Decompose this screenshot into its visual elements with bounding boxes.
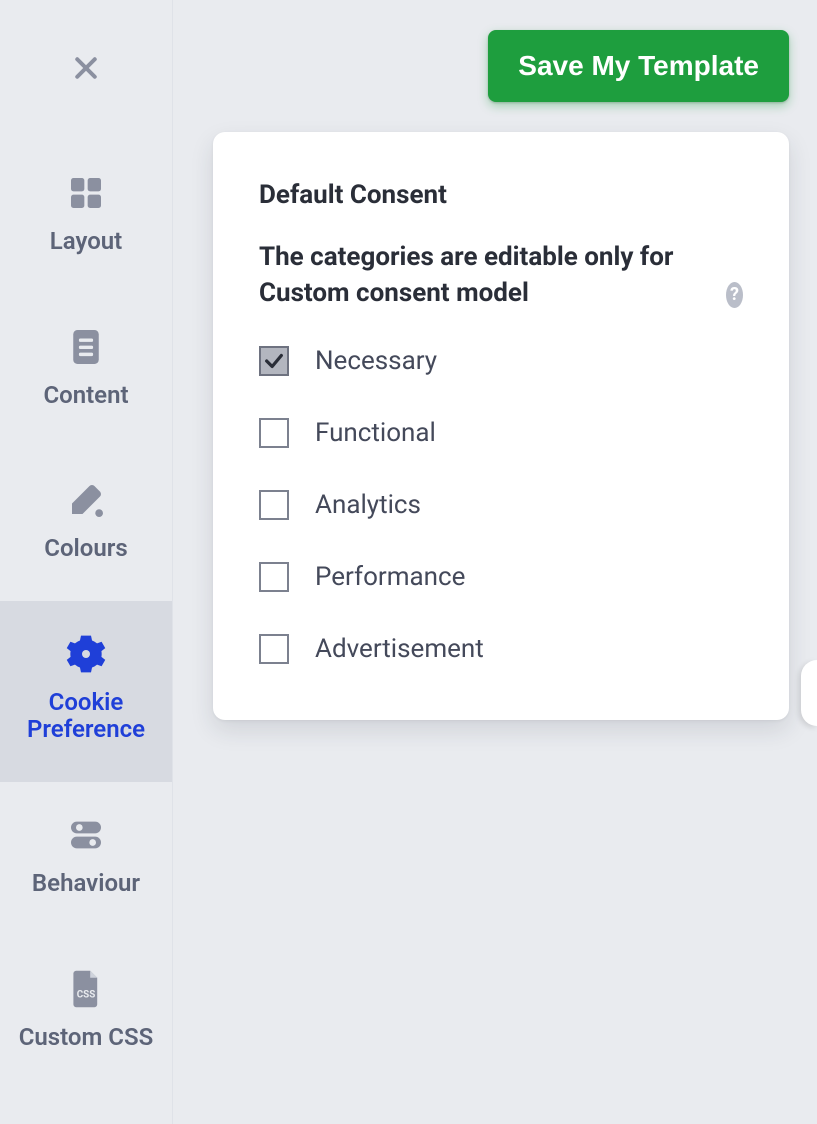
consent-option-functional: Functional — [259, 418, 743, 448]
consent-option-advertisement: Advertisement — [259, 634, 743, 664]
svg-text:CSS: CSS — [77, 989, 95, 1000]
consent-option-necessary: Necessary — [259, 346, 743, 376]
sidebar-item-content[interactable]: Content — [0, 294, 172, 448]
colours-icon — [65, 479, 107, 521]
sidebar-item-layout[interactable]: Layout — [0, 140, 172, 294]
checkbox-analytics[interactable] — [259, 490, 289, 520]
close-button[interactable] — [0, 0, 172, 140]
checkbox-advertisement[interactable] — [259, 634, 289, 664]
checkbox-functional[interactable] — [259, 418, 289, 448]
sidebar-item-label: Cookie Preference — [6, 689, 166, 744]
checkbox-performance[interactable] — [259, 562, 289, 592]
sidebar-item-label: Custom CSS — [19, 1024, 154, 1052]
consent-option-performance: Performance — [259, 562, 743, 592]
behaviour-icon — [65, 814, 107, 856]
main-panel: Save My Template Default Consent The cat… — [173, 0, 817, 1124]
consent-option-analytics: Analytics — [259, 490, 743, 520]
checkbox-label: Advertisement — [315, 634, 484, 664]
close-icon — [71, 53, 101, 87]
sidebar-item-custom-css[interactable]: CSS Custom CSS — [0, 936, 172, 1090]
sidebar-item-label: Layout — [50, 228, 122, 256]
checkbox-necessary — [259, 346, 289, 376]
content-icon — [65, 326, 107, 368]
topbar: Save My Template — [213, 30, 789, 102]
help-icon[interactable]: ? — [726, 282, 743, 308]
checkbox-label: Necessary — [315, 346, 437, 376]
card-subtitle: The categories are editable only for Cus… — [259, 240, 712, 312]
side-handle[interactable] — [801, 660, 817, 726]
card-title: Default Consent — [259, 180, 743, 210]
sidebar-item-label: Colours — [44, 535, 127, 563]
save-template-button[interactable]: Save My Template — [488, 30, 789, 102]
sidebar-item-label: Content — [43, 382, 128, 410]
checkbox-label: Analytics — [315, 490, 421, 520]
css-file-icon: CSS — [65, 968, 107, 1010]
checkbox-label: Functional — [315, 418, 436, 448]
sidebar-item-label: Behaviour — [32, 870, 140, 898]
sidebar-item-cookie-preference[interactable]: Cookie Preference — [0, 601, 172, 782]
sidebar-item-behaviour[interactable]: Behaviour — [0, 782, 172, 936]
default-consent-card: Default Consent The categories are edita… — [213, 132, 789, 720]
sidebar-item-colours[interactable]: Colours — [0, 447, 172, 601]
sidebar: Layout Content Colours Cookie Preference… — [0, 0, 173, 1124]
gear-icon — [65, 633, 107, 675]
layout-icon — [65, 172, 107, 214]
checkbox-label: Performance — [315, 562, 465, 592]
